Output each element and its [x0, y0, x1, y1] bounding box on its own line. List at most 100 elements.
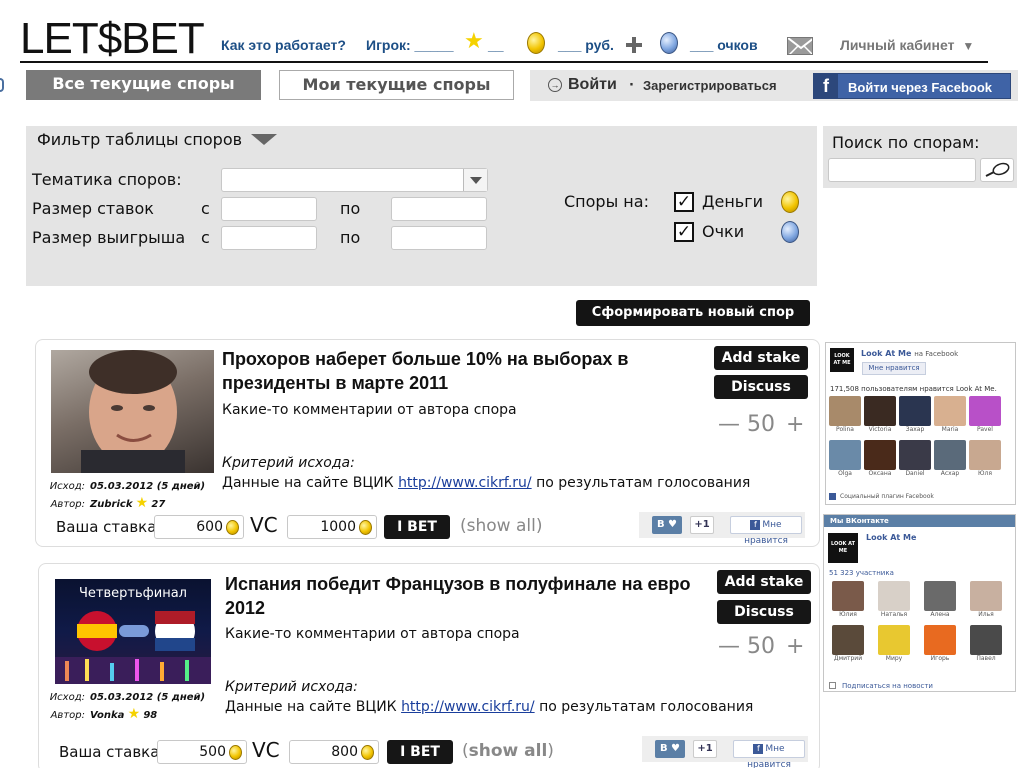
lookatme-logo[interactable]: LOOK AT ME: [828, 533, 858, 563]
fb-page-name[interactable]: Look At Me на Facebook: [861, 348, 958, 360]
tab-my-bets[interactable]: Мои текущие споры: [279, 70, 514, 100]
criteria-link[interactable]: http://www.cikrf.ru/: [401, 699, 535, 715]
i-bet-button[interactable]: I BET: [387, 740, 453, 764]
bet-title[interactable]: Испания победит Французов в полуфинале н…: [225, 572, 705, 620]
vk-page-name[interactable]: Look At Me: [866, 532, 916, 544]
avatar[interactable]: [924, 625, 956, 655]
author-name[interactable]: Zubrick: [90, 499, 132, 510]
search-button[interactable]: [980, 158, 1014, 182]
win-to-input[interactable]: [391, 226, 487, 250]
dropdown-triangle-icon[interactable]: [251, 134, 277, 145]
avatar[interactable]: [899, 396, 931, 426]
blue-coin-icon: [781, 221, 799, 243]
how-it-works-link[interactable]: Как это работает?: [221, 35, 346, 55]
personal-cabinet-menu[interactable]: Личный кабинет ▼: [840, 35, 974, 56]
envelope-icon[interactable]: [787, 37, 813, 55]
bet-title[interactable]: Прохоров наберет больше 10% на выборах в…: [222, 347, 702, 395]
header-divider: [20, 61, 988, 63]
money-label: Деньги: [702, 192, 764, 211]
fb-widget-like-button[interactable]: Мне нравится: [862, 362, 926, 375]
avatar[interactable]: [899, 440, 931, 470]
fb-like-button[interactable]: f Мне нравится: [733, 740, 805, 768]
points-checkbox[interactable]: ✓: [674, 222, 694, 242]
lookatme-logo[interactable]: LOOK AT ME: [830, 348, 854, 372]
i-bet-button[interactable]: I BET: [384, 515, 450, 539]
add-stake-button[interactable]: Add stake: [717, 570, 811, 594]
show-all-close: ): [547, 741, 554, 761]
stake-points-input[interactable]: 800: [289, 740, 379, 764]
facebook-login-button[interactable]: f Войти через Facebook: [813, 73, 1011, 99]
login-arrow-icon: →: [548, 77, 562, 92]
win-from-input[interactable]: [221, 226, 317, 250]
points-label: Очки: [702, 222, 745, 241]
stake-minus-button[interactable]: —: [718, 634, 740, 660]
avatar-name: Victoria: [868, 426, 892, 433]
stake-plus-button[interactable]: +: [786, 412, 804, 438]
plus-one-button[interactable]: +1: [690, 516, 714, 534]
avatar-name: Polina: [836, 426, 854, 433]
avatar[interactable]: [829, 396, 861, 426]
avatar[interactable]: [934, 440, 966, 470]
player-label: Игрок: _____: [366, 37, 454, 53]
vk-like-button[interactable]: В ♥: [652, 516, 682, 534]
gold-coin-icon: [781, 191, 799, 213]
author-name[interactable]: Vonka: [90, 710, 124, 721]
create-bet-button[interactable]: Сформировать новый спор: [576, 300, 810, 326]
avatar[interactable]: [969, 396, 1001, 426]
stake-money-input[interactable]: 500: [157, 740, 247, 764]
add-stake-button[interactable]: Add stake: [714, 346, 808, 370]
avatar-name: Игорь: [930, 655, 950, 662]
plus-one-button[interactable]: +1: [693, 740, 717, 758]
avatar-name: Maria: [941, 426, 959, 433]
logo[interactable]: LET$BET: [20, 14, 205, 64]
discuss-button[interactable]: Discuss: [717, 600, 811, 624]
avatar-name: Наталья: [880, 611, 908, 618]
stake-from-input[interactable]: [221, 197, 317, 221]
show-all-link[interactable]: (show all): [462, 739, 554, 763]
show-all-link[interactable]: (show all): [460, 514, 542, 538]
tab-all-bets[interactable]: Все текущие споры: [26, 70, 261, 100]
stake-minus-button[interactable]: —: [718, 412, 740, 438]
fb-people-grid: Polina Victoria Захар Maria Pavel Olga О…: [829, 396, 1011, 484]
plus-icon[interactable]: [626, 37, 642, 53]
topic-select[interactable]: [221, 168, 488, 192]
stake-money-value: 600: [196, 519, 223, 535]
criteria-text: Данные на сайте ВЦИК http://www.cikrf.ru…: [225, 697, 753, 717]
avatar[interactable]: [878, 581, 910, 611]
discuss-button[interactable]: Discuss: [714, 375, 808, 399]
avatar-name: Миру: [885, 655, 903, 662]
avatar[interactable]: [970, 625, 1002, 655]
money-checkbox[interactable]: ✓: [674, 192, 694, 212]
stake-size-label: Размер ставок: [32, 199, 154, 218]
gold-coin-icon: [527, 32, 545, 54]
avatar[interactable]: [829, 440, 861, 470]
chevron-down-icon: [463, 169, 487, 191]
avatar-name: Olga: [838, 470, 852, 477]
subscribe-checkbox[interactable]: [829, 682, 836, 689]
stake-points-input[interactable]: 1000: [287, 515, 377, 539]
avatar[interactable]: [924, 581, 956, 611]
avatar[interactable]: [832, 625, 864, 655]
filter-title[interactable]: Фильтр таблицы споров: [37, 129, 242, 151]
avatar[interactable]: [864, 396, 896, 426]
stake-money-input[interactable]: 600: [154, 515, 244, 539]
search-input[interactable]: [828, 158, 976, 182]
stake-plus-button[interactable]: +: [786, 634, 804, 660]
avatar[interactable]: [832, 581, 864, 611]
avatar[interactable]: [864, 440, 896, 470]
login-button[interactable]: → Войти: [548, 75, 617, 95]
fb-on-label: на Facebook: [914, 350, 959, 358]
fb-like-button[interactable]: f Мне нравится: [730, 516, 802, 546]
criteria-link[interactable]: http://www.cikrf.ru/: [398, 475, 532, 491]
stake-to-input[interactable]: [391, 197, 487, 221]
author-label: Автор:: [50, 499, 85, 510]
register-link[interactable]: Зарегистрироваться: [643, 77, 777, 95]
avatar[interactable]: [878, 625, 910, 655]
vk-like-button[interactable]: В ♥: [655, 740, 685, 758]
avatar[interactable]: [970, 581, 1002, 611]
avatar[interactable]: [934, 396, 966, 426]
avatar[interactable]: [969, 440, 1001, 470]
vk-subscribe-label[interactable]: Подписаться на новости: [842, 681, 933, 691]
facebook-login-label: Войти через Facebook: [848, 80, 992, 95]
star-icon: ★: [464, 29, 484, 54]
